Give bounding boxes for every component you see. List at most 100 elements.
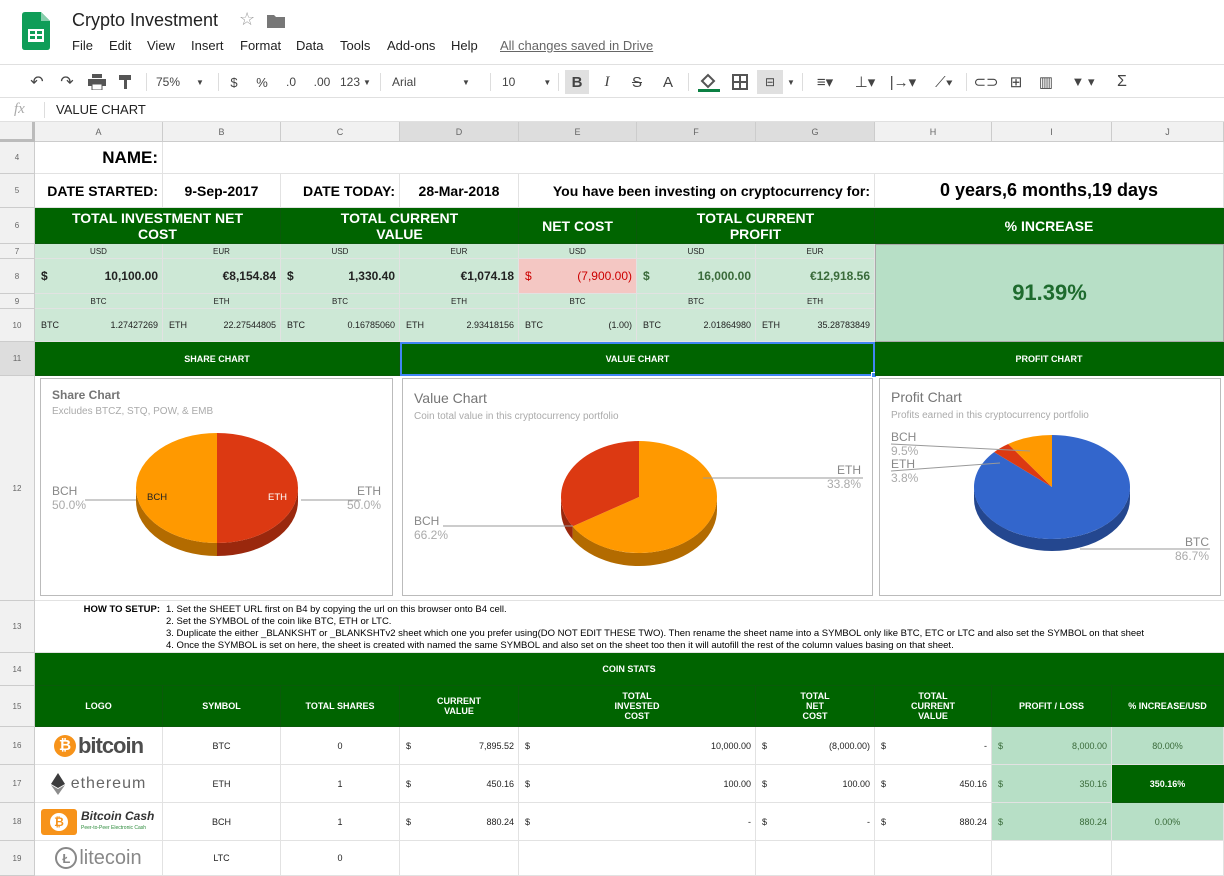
row-header-14[interactable]: 14 [0,653,35,686]
coin-label[interactable]: ETH [163,294,281,309]
menu-edit[interactable]: Edit [109,38,131,53]
stats-col-shares[interactable]: TOTAL SHARES [281,686,400,727]
value-chart[interactable]: Value Chart Coin total value in this cry… [402,378,873,596]
stats-current-value[interactable]: $7,895.52 [400,727,519,765]
stats-total-current-value[interactable]: $880.24 [875,803,992,841]
coin-amount-cell[interactable]: ETH 35.28783849 [756,309,875,342]
undo-icon[interactable]: ↶ [26,72,48,92]
stats-net-cost[interactable] [756,841,875,876]
fill-color-icon[interactable] [698,73,720,93]
sheets-logo-icon[interactable] [22,12,50,50]
total-current-value-header[interactable]: TOTAL CURRENT VALUE [281,208,519,244]
stats-shares[interactable]: 1 [281,803,400,841]
stats-col-invested-cost[interactable]: TOTAL INVESTED COST [519,686,756,727]
stats-total-current-value[interactable]: $450.16 [875,765,992,803]
current-value-usd[interactable]: $1,330.40 [281,259,400,294]
stats-invested-cost[interactable]: $ - [519,803,756,841]
stats-symbol[interactable]: BTC [163,727,281,765]
coin-label[interactable]: BTC [637,294,756,309]
coin-label[interactable]: BTC [35,294,163,309]
text-wrap-icon[interactable]: |→▾ [888,72,918,92]
stats-invested-cost[interactable] [519,841,756,876]
stats-shares[interactable]: 0 [281,727,400,765]
row-header-4[interactable]: 4 [0,142,35,174]
menu-view[interactable]: View [147,38,175,53]
row-header-19[interactable]: 19 [0,841,35,876]
coin-label[interactable]: ETH [400,294,519,309]
select-all-corner[interactable] [0,122,35,142]
name-value-cell[interactable] [163,142,1224,174]
stats-col-logo[interactable]: LOGO [35,686,163,727]
align-vertical-icon[interactable]: ⊥▾ [850,72,880,92]
stats-shares[interactable]: 0 [281,841,400,876]
column-header-a[interactable]: A [35,122,163,142]
coin-stats-header[interactable]: COIN STATS [35,653,1224,686]
coin-amount-cell[interactable]: ETH 22.27544805 [163,309,281,342]
currency-label[interactable]: USD [519,244,637,259]
decrease-decimal-button[interactable]: .0 [282,72,300,92]
stats-profit-loss[interactable]: $8,000.00 [992,727,1112,765]
date-today-value[interactable]: 28-Mar-2018 [400,174,519,208]
profit-usd[interactable]: $16,000.00 [637,259,756,294]
comment-icon[interactable]: ⊞ [1006,72,1026,92]
redo-icon[interactable]: ↷ [56,72,78,92]
filter-icon[interactable]: ▼ ▾ [1066,72,1100,92]
column-header-d[interactable]: D [400,122,519,142]
stats-col-total-current-value[interactable]: TOTAL CURRENT VALUE [875,686,992,727]
currency-label[interactable]: USD [281,244,400,259]
column-header-c[interactable]: C [281,122,400,142]
document-title[interactable]: Crypto Investment [72,10,218,31]
column-header-j[interactable]: J [1112,122,1224,142]
strikethrough-button[interactable]: S [627,72,647,92]
menu-insert[interactable]: Insert [191,38,224,53]
print-icon[interactable] [88,74,106,90]
stats-col-increase[interactable]: % INCREASE/USD [1112,686,1224,727]
coin-amount-cell[interactable]: ETH 2.93418156 [400,309,519,342]
row-header-10[interactable]: 10 [0,309,35,342]
row-header-12[interactable]: 12 [0,376,35,601]
stats-increase[interactable]: 0.00% [1112,803,1224,841]
stats-total-current-value[interactable]: $ - [875,727,992,765]
more-formats-select[interactable]: 123 ▼ [340,72,372,92]
stats-col-current-value[interactable]: CURRENT VALUE [400,686,519,727]
stats-net-cost[interactable]: $ (8,000.00) [756,727,875,765]
save-status[interactable]: All changes saved in Drive [500,38,653,53]
chart-icon[interactable]: ▥ [1036,72,1056,92]
row-header-17[interactable]: 17 [0,765,35,803]
date-started-value[interactable]: 9-Sep-2017 [163,174,281,208]
zoom-select[interactable]: 75% ▼ [156,72,206,92]
stats-current-value[interactable] [400,841,519,876]
profit-chart-header[interactable]: PROFIT CHART [875,342,1224,376]
name-label[interactable]: NAME: [35,142,163,174]
total-investment-header[interactable]: TOTAL INVESTMENT NET COST [35,208,281,244]
stats-increase[interactable]: 80.00% [1112,727,1224,765]
currency-label[interactable]: EUR [400,244,519,259]
coin-label[interactable]: BTC [281,294,400,309]
coin-label[interactable]: BTC [519,294,637,309]
currency-label[interactable]: EUR [756,244,875,259]
currency-label[interactable]: USD [637,244,756,259]
stats-total-current-value[interactable] [875,841,992,876]
investment-usd[interactable]: $10,100.00 [35,259,163,294]
row-header-11[interactable]: 11 [0,342,35,376]
text-color-button[interactable]: A [658,72,678,92]
investing-duration-label[interactable]: You have been investing on cryptocurrenc… [519,174,875,208]
date-started-label[interactable]: DATE STARTED: [35,174,163,208]
column-header-e[interactable]: E [519,122,637,142]
stats-col-symbol[interactable]: SYMBOL [163,686,281,727]
net-cost-usd[interactable]: $ (7,900.00) [519,259,637,294]
value-chart-header[interactable]: VALUE CHART [400,342,875,376]
investing-duration-value[interactable]: 0 years,6 months,19 days [875,174,1224,208]
menu-format[interactable]: Format [240,38,281,53]
net-cost-header[interactable]: NET COST [519,208,637,244]
stats-increase[interactable]: 350.16% [1112,765,1224,803]
align-horizontal-icon[interactable]: ≡▾ [810,72,840,92]
stats-shares[interactable]: 1 [281,765,400,803]
borders-icon[interactable] [732,74,748,90]
stats-current-value[interactable]: $880.24 [400,803,519,841]
current-value-eur[interactable]: €1,074.18 [400,259,519,294]
font-size-select[interactable]: 10 ▼ [502,72,552,92]
column-header-h[interactable]: H [875,122,992,142]
percent-increase-value[interactable]: 91.39% [875,244,1224,342]
column-header-f[interactable]: F [637,122,756,142]
